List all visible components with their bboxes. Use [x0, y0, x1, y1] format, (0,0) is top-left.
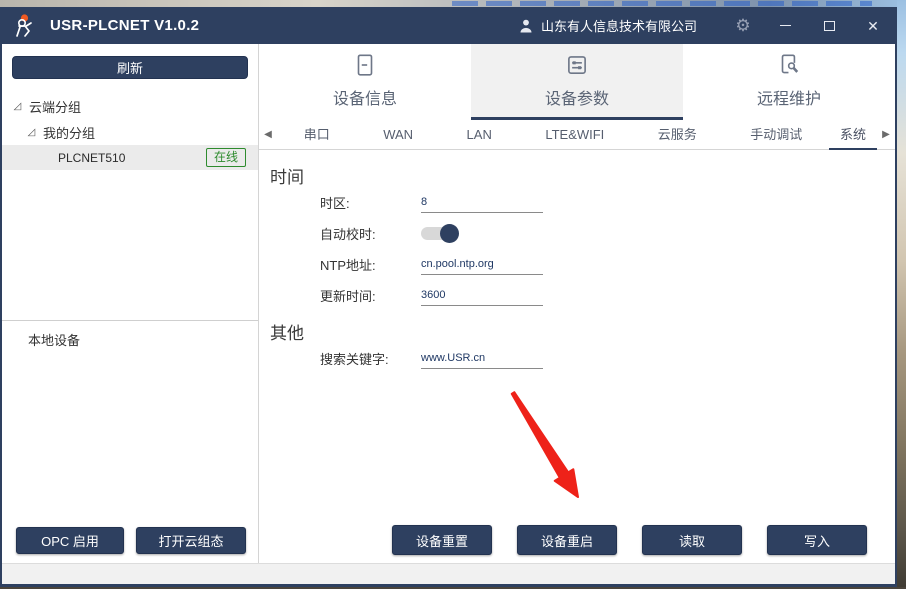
sliders-icon — [564, 52, 590, 78]
subtab-scroll-left-icon[interactable]: ◀ — [259, 129, 277, 140]
auto-sync-toggle[interactable] — [421, 227, 457, 240]
subtab-system[interactable]: 系统 — [829, 120, 877, 150]
app-window: USR-PLCNET V1.0.2 山东有人信息技术有限公司 ⚙ ✕ 刷新 — [0, 7, 897, 587]
write-button[interactable]: 写入 — [767, 525, 867, 555]
user-icon — [518, 18, 534, 34]
wrench-page-icon — [776, 52, 802, 78]
tree-node-my-group[interactable]: ◿ 我的分组 — [2, 119, 258, 145]
tab-remote-maintenance[interactable]: 远程维护 — [683, 44, 895, 120]
local-devices-label: 本地设备 — [2, 321, 258, 349]
ntp-address-input[interactable] — [421, 255, 543, 275]
status-bar — [2, 563, 895, 584]
read-button[interactable]: 读取 — [642, 525, 742, 555]
search-keyword-input[interactable] — [421, 349, 543, 369]
usr-logo-icon — [12, 12, 42, 40]
close-icon: ✕ — [867, 19, 879, 33]
search-keyword-label: 搜索关键字: — [320, 349, 421, 368]
company-name: 山东有人信息技术有限公司 — [541, 16, 697, 35]
toggle-knob — [440, 224, 459, 243]
tree-expander-icon[interactable]: ◿ — [26, 127, 37, 138]
tab-device-params[interactable]: 设备参数 — [471, 44, 683, 120]
form-row-update-interval: 更新时间: — [270, 280, 895, 311]
opc-enable-button[interactable]: OPC 启用 — [16, 527, 124, 554]
update-interval-input[interactable] — [421, 286, 543, 306]
titlebar: USR-PLCNET V1.0.2 山东有人信息技术有限公司 ⚙ ✕ — [2, 7, 895, 44]
device-reboot-button[interactable]: 设备重启 — [517, 525, 617, 555]
tree-node-label: 云端分组 — [29, 97, 81, 116]
company-account: 山东有人信息技术有限公司 — [518, 16, 697, 35]
close-button[interactable]: ✕ — [851, 7, 895, 44]
action-button-row: 设备重置 设备重启 读取 写入 — [392, 525, 867, 555]
subtab-cloud-service[interactable]: 云服务 — [631, 120, 723, 150]
ntp-address-label: NTP地址: — [320, 255, 421, 274]
subtab-lan[interactable]: LAN — [440, 120, 519, 150]
maximize-icon — [824, 21, 835, 31]
desktop-background-right — [897, 0, 906, 589]
sidebar: 刷新 ◿ 云端分组 ◿ 我的分组 PLCNET510 在线 — [2, 44, 259, 563]
tree-node-cloud-group[interactable]: ◿ 云端分组 — [2, 93, 258, 119]
document-icon — [352, 52, 378, 78]
timezone-label: 时区: — [320, 193, 421, 212]
section-title-other: 其他 — [270, 319, 895, 343]
device-name: PLCNET510 — [58, 151, 125, 165]
tab-label: 设备参数 — [545, 85, 609, 109]
timezone-input[interactable] — [421, 193, 543, 213]
auto-sync-label: 自动校时: — [320, 224, 421, 243]
system-settings-form: 时间 时区: 自动校时: NTP地址: 更新时间: — [259, 163, 895, 374]
tab-label: 远程维护 — [757, 85, 821, 109]
settings-gear-icon[interactable]: ⚙ — [723, 16, 763, 36]
form-row-search-keyword: 搜索关键字: — [270, 343, 895, 374]
device-tree: ◿ 云端分组 ◿ 我的分组 PLCNET510 在线 — [2, 93, 258, 170]
tree-expander-icon[interactable]: ◿ — [12, 101, 23, 112]
section-title-time: 时间 — [270, 163, 895, 187]
maximize-button[interactable] — [807, 7, 851, 44]
screen: USR-PLCNET V1.0.2 山东有人信息技术有限公司 ⚙ ✕ 刷新 — [0, 0, 906, 589]
tab-label: 设备信息 — [333, 85, 397, 109]
form-row-timezone: 时区: — [270, 187, 895, 218]
desktop-background-top — [0, 0, 906, 7]
subtab-bar: ◀ 串口 WAN LAN LTE&WIFI 云服务 手动调试 系统 ▶ — [259, 120, 895, 150]
desktop-link-text-fragment — [452, 1, 872, 6]
tree-node-label: 我的分组 — [43, 123, 95, 142]
form-row-auto-sync: 自动校时: — [270, 218, 895, 249]
app-title: USR-PLCNET V1.0.2 — [50, 17, 199, 34]
update-interval-label: 更新时间: — [320, 286, 421, 305]
main-panel: 设备信息 设备参数 — [259, 44, 895, 563]
subtab-serial[interactable]: 串口 — [277, 120, 356, 150]
minimize-button[interactable] — [763, 7, 807, 44]
minimize-icon — [780, 25, 791, 26]
refresh-button[interactable]: 刷新 — [12, 56, 248, 79]
form-row-ntp: NTP地址: — [270, 249, 895, 280]
tab-device-info[interactable]: 设备信息 — [259, 44, 471, 120]
open-cloud-config-button[interactable]: 打开云组态 — [136, 527, 246, 554]
online-status-badge: 在线 — [206, 148, 246, 167]
tree-node-device-plcnet510[interactable]: PLCNET510 在线 — [2, 145, 258, 170]
main-tabs: 设备信息 设备参数 — [259, 44, 895, 120]
device-reset-button[interactable]: 设备重置 — [392, 525, 492, 555]
subtab-wan[interactable]: WAN — [356, 120, 439, 150]
subtab-scroll-right-icon[interactable]: ▶ — [877, 129, 895, 140]
subtab-manual-debug[interactable]: 手动调试 — [724, 120, 829, 150]
subtab-lte-wifi[interactable]: LTE&WIFI — [519, 120, 631, 150]
